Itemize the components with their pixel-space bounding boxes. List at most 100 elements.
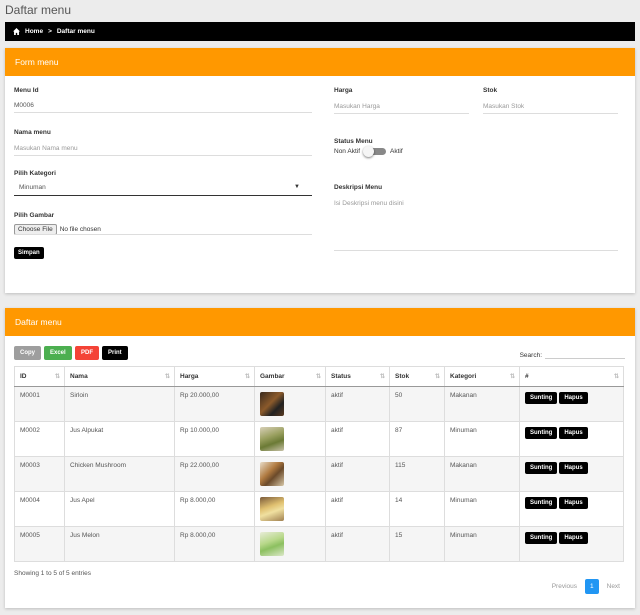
gambar-label: Pilih Gambar xyxy=(14,212,55,219)
menu-id-field[interactable]: M0006 xyxy=(14,99,312,113)
table-header-row: ID ⇅ Nama ⇅ Harga ⇅ Gambar ⇅ Status ⇅ Stok ⇅ K… xyxy=(14,366,624,387)
sort-icon: ⇅ xyxy=(434,374,440,380)
file-status: No file chosen xyxy=(59,226,101,233)
harga-input[interactable]: Masukan Harga xyxy=(334,100,469,114)
toggle-knob[interactable] xyxy=(363,146,375,157)
cell-kategori: Makanan xyxy=(444,386,520,422)
cell-actions: Sunting Hapus xyxy=(519,491,624,527)
file-underline xyxy=(14,234,312,235)
edit-button[interactable]: Sunting xyxy=(525,462,558,474)
cell-nama: Jus Alpukat xyxy=(64,421,175,457)
cell-stok: 87 xyxy=(389,421,445,457)
nama-menu-label: Nama menu xyxy=(14,129,51,136)
search-input[interactable] xyxy=(545,349,625,359)
col-gambar[interactable]: Gambar ⇅ xyxy=(254,366,326,387)
delete-button[interactable]: Hapus xyxy=(559,497,588,509)
home-icon[interactable] xyxy=(13,28,20,35)
delete-button[interactable]: Hapus xyxy=(559,392,588,404)
edit-button[interactable]: Sunting xyxy=(525,532,558,544)
kategori-label: Pilih Kategori xyxy=(14,170,56,177)
print-button[interactable]: Print xyxy=(102,346,128,360)
kategori-select[interactable]: Minuman ▼ xyxy=(14,180,312,196)
cell-gambar xyxy=(254,421,326,457)
cell-harga: Rp 8.000,00 xyxy=(174,526,255,562)
delete-button[interactable]: Hapus xyxy=(559,427,588,439)
cell-actions: Sunting Hapus xyxy=(519,421,624,457)
cell-status: aktif xyxy=(325,526,390,562)
caret-down-icon: ▼ xyxy=(294,184,300,190)
jus-apel-image xyxy=(260,497,284,521)
cell-harga: Rp 10.000,00 xyxy=(174,421,255,457)
table-row: M0003 Chicken Mushroom Rp 22.000,00 akti… xyxy=(14,456,624,492)
cell-id: M0005 xyxy=(14,526,65,562)
cell-kategori: Minuman xyxy=(444,491,520,527)
cell-kategori: Makanan xyxy=(444,456,520,492)
col-stok[interactable]: Stok ⇅ xyxy=(389,366,445,387)
page-1-button[interactable]: 1 xyxy=(585,579,599,594)
col-harga[interactable]: Harga ⇅ xyxy=(174,366,255,387)
cell-status: aktif xyxy=(325,491,390,527)
next-page-button[interactable]: Next xyxy=(607,583,620,590)
search-label: Search: xyxy=(519,352,542,359)
cell-id: M0002 xyxy=(14,421,65,457)
table-row: M0001 Sirloin Rp 20.000,00 aktif 50 Maka… xyxy=(14,386,624,422)
cell-nama: Sirloin xyxy=(64,386,175,422)
breadcrumb: Home > Daftar menu xyxy=(5,22,635,41)
breadcrumb-home[interactable]: Home xyxy=(25,28,43,35)
cell-harga: Rp 22.000,00 xyxy=(174,456,255,492)
cell-gambar xyxy=(254,526,326,562)
save-button[interactable]: Simpan xyxy=(14,247,44,259)
jus-alpukat-image xyxy=(260,427,284,451)
edit-button[interactable]: Sunting xyxy=(525,497,558,509)
deskripsi-label: Deskripsi Menu xyxy=(334,184,383,191)
cell-harga: Rp 8.000,00 xyxy=(174,491,255,527)
prev-page-button[interactable]: Previous xyxy=(552,583,577,590)
edit-button[interactable]: Sunting xyxy=(525,392,558,404)
cell-gambar xyxy=(254,491,326,527)
kategori-selected: Minuman xyxy=(19,184,46,191)
table-info: Showing 1 to 5 of 5 entries xyxy=(14,570,91,577)
form-header: Form menu xyxy=(5,48,635,76)
stok-input[interactable]: Masukan Stok xyxy=(483,100,618,114)
cell-stok: 15 xyxy=(389,526,445,562)
cell-status: aktif xyxy=(325,456,390,492)
sort-icon: ⇅ xyxy=(509,374,515,380)
sort-icon: ⇅ xyxy=(164,374,170,380)
delete-button[interactable]: Hapus xyxy=(559,462,588,474)
breadcrumb-current: Daftar menu xyxy=(56,28,95,35)
menu-id-label: Menu Id xyxy=(14,87,39,94)
cell-nama: Chicken Mushroom xyxy=(64,456,175,492)
pdf-button[interactable]: PDF xyxy=(75,346,99,360)
nama-menu-input[interactable]: Masukan Nama menu xyxy=(14,142,312,156)
cell-actions: Sunting Hapus xyxy=(519,386,624,422)
chicken-mushroom-image xyxy=(260,462,284,486)
cell-actions: Sunting Hapus xyxy=(519,526,624,562)
cell-harga: Rp 20.000,00 xyxy=(174,386,255,422)
cell-stok: 50 xyxy=(389,386,445,422)
stok-label: Stok xyxy=(483,87,498,94)
col-kategori[interactable]: Kategori ⇅ xyxy=(444,366,520,387)
cell-stok: 115 xyxy=(389,456,445,492)
col-id[interactable]: ID ⇅ xyxy=(14,366,65,387)
harga-label: Harga xyxy=(334,87,353,94)
status-toggle[interactable]: Non Aktif Aktif xyxy=(334,146,403,157)
toggle-track[interactable] xyxy=(363,146,387,157)
cell-status: aktif xyxy=(325,421,390,457)
cell-kategori: Minuman xyxy=(444,526,520,562)
status-off-label: Non Aktif xyxy=(334,148,361,155)
delete-button[interactable]: Hapus xyxy=(559,532,588,544)
sirloin-image xyxy=(260,392,284,416)
search: Search: xyxy=(520,349,625,359)
table-row: M0002 Jus Alpukat Rp 10.000,00 aktif 87 … xyxy=(14,421,624,457)
excel-button[interactable]: Excel xyxy=(44,346,72,360)
edit-button[interactable]: Sunting xyxy=(525,427,558,439)
deskripsi-textarea[interactable]: Isi Deskripsi menu disini xyxy=(334,197,618,251)
cell-id: M0003 xyxy=(14,456,65,492)
copy-button[interactable]: Copy xyxy=(14,346,41,360)
col-nama[interactable]: Nama ⇅ xyxy=(64,366,175,387)
col-status[interactable]: Status ⇅ xyxy=(325,366,390,387)
sort-icon: ⇅ xyxy=(613,374,619,380)
status-label: Status Menu xyxy=(334,138,373,145)
col-actions[interactable]: # ⇅ xyxy=(519,366,624,387)
status-on-label: Aktif xyxy=(390,148,403,155)
